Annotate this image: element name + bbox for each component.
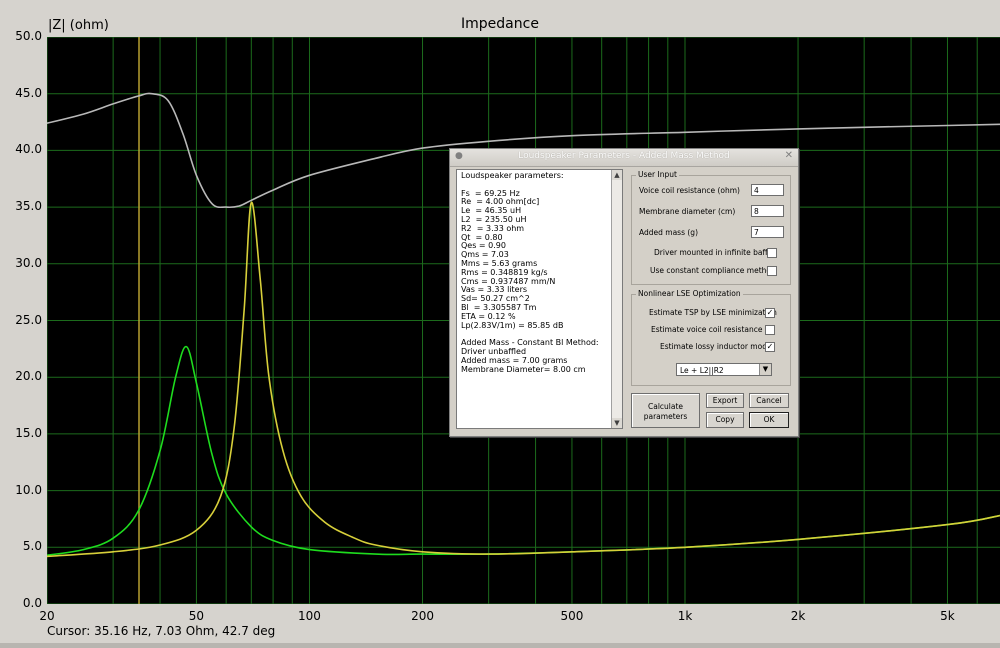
y-tick-label: 5.0 <box>22 539 42 554</box>
ok-button[interactable]: OK <box>749 412 789 428</box>
voice-coil-field[interactable]: 4 <box>751 184 784 196</box>
inductor-model-select[interactable]: Le + L2||R2 ▼ <box>676 363 772 376</box>
y-tick-label: 50.0 <box>15 29 42 43</box>
membrane-diameter-label: Membrane diameter (cm) <box>639 207 736 216</box>
y-tick-label: 15.0 <box>15 425 42 440</box>
membrane-diameter-field[interactable]: 8 <box>751 205 784 217</box>
results-scrollbar[interactable]: ▲ ▼ <box>611 170 622 428</box>
plot-title: Impedance <box>461 16 539 32</box>
infinite-baffle-checkbox[interactable] <box>767 248 777 258</box>
results-text: Loudspeaker parameters: Fs = 69.25 Hz Re… <box>461 171 599 374</box>
constant-compliance-checkbox[interactable] <box>767 266 777 276</box>
cancel-button[interactable]: Cancel <box>749 393 789 408</box>
y-tick-label: 20.0 <box>15 369 42 384</box>
scroll-up-icon[interactable]: ▲ <box>612 170 622 180</box>
y-tick-label: 25.0 <box>15 312 42 327</box>
close-icon[interactable]: ✕ <box>785 150 793 161</box>
user-input-group-label: User Input <box>636 170 679 179</box>
results-textbox[interactable]: Loudspeaker parameters: Fs = 69.25 Hz Re… <box>456 169 623 429</box>
x-tick-label: 5k <box>940 609 955 623</box>
estimate-lossy-checkbox[interactable]: ✓ <box>765 342 775 352</box>
nonlinear-lse-group-label: Nonlinear LSE Optimization <box>636 289 743 298</box>
user-input-group: User Input Voice coil resistance (ohm) 4… <box>631 170 791 285</box>
estimate-tsp-checkbox[interactable]: ✓ <box>765 308 775 318</box>
constant-compliance-label: Use constant compliance method <box>650 266 776 275</box>
estimate-re-label: Estimate voice coil resistance Re <box>651 325 775 334</box>
window-bottom-border <box>0 643 1000 648</box>
x-tick-label: 50 <box>188 609 205 623</box>
copy-button[interactable]: Copy <box>706 412 744 428</box>
y-tick-label: 35.0 <box>15 199 42 214</box>
cursor-readout: Cursor: 35.16 Hz, 7.03 Ohm, 42.7 deg <box>47 624 276 638</box>
dialog-title: Loudspeaker Parameters - Added Mass Meth… <box>518 151 730 161</box>
x-tick-label: 100 <box>298 609 321 623</box>
export-button[interactable]: Export <box>706 393 744 408</box>
y-tick-label: 40.0 <box>15 142 42 157</box>
y-tick-label: 30.0 <box>15 255 42 270</box>
added-mass-label: Added mass (g) <box>639 228 698 237</box>
estimate-lossy-label: Estimate lossy inductor model <box>660 342 774 351</box>
added-mass-field[interactable]: 7 <box>751 226 784 238</box>
x-tick-label: 500 <box>560 609 584 623</box>
y-tick-label: 0.0 <box>22 596 42 610</box>
scroll-down-icon[interactable]: ▼ <box>612 418 622 428</box>
y-tick-label: 45.0 <box>15 85 42 100</box>
estimate-tsp-label: Estimate TSP by LSE minimization <box>649 308 777 317</box>
x-tick-label: 1k <box>677 609 693 623</box>
y-tick-label: 10.0 <box>15 482 42 497</box>
dialog-titlebar[interactable]: ● Loudspeaker Parameters - Added Mass Me… <box>450 149 798 167</box>
inductor-model-value: Le + L2||R2 <box>680 366 724 375</box>
loudspeaker-parameters-dialog: ● Loudspeaker Parameters - Added Mass Me… <box>449 148 799 437</box>
estimate-re-checkbox[interactable] <box>765 325 775 335</box>
voice-coil-label: Voice coil resistance (ohm) <box>639 186 740 195</box>
nonlinear-lse-group: Nonlinear LSE Optimization Estimate TSP … <box>631 289 791 386</box>
infinite-baffle-label: Driver mounted in infinite baffle <box>654 248 775 257</box>
chevron-down-icon[interactable]: ▼ <box>759 364 771 375</box>
x-tick-label: 2k <box>790 609 806 623</box>
x-tick-label: 200 <box>411 609 434 623</box>
calculate-parameters-button[interactable]: Calculate parameters <box>631 393 700 428</box>
y-axis-label: |Z| (ohm) <box>48 18 109 33</box>
x-tick-label: 20 <box>39 609 55 623</box>
